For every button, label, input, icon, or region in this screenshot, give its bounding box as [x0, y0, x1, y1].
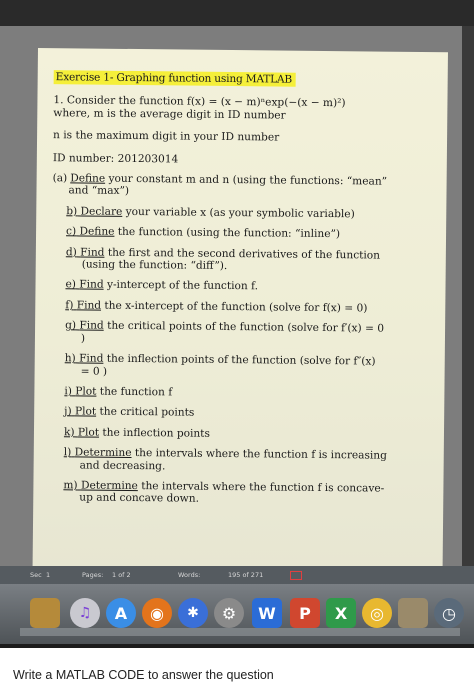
photo-icon[interactable] — [398, 598, 428, 628]
list-item: m) Determine the intervals where the fun… — [63, 479, 385, 506]
itunes-icon[interactable]: ♫ — [70, 598, 100, 628]
status-bar: Sec 1 Pages: 1 of 2 Words: 195 of 271 — [0, 566, 474, 584]
list-item: c) Define the function (using the functi… — [66, 225, 341, 241]
scrollbar-track[interactable] — [462, 26, 474, 566]
word-icon[interactable]: W — [252, 598, 282, 628]
words-value: 195 of 271 — [228, 571, 264, 579]
section-value: 1 — [46, 571, 51, 579]
list-item: h) Find the inflection points of the fun… — [64, 352, 376, 378]
pages-label: Pages: — [82, 571, 104, 579]
list-item: b) Declare your variable x (as your symb… — [66, 205, 355, 221]
list-item: f) Find the x-intercept of the function … — [65, 299, 368, 315]
exercise-title: Exercise 1- Graphing function using MATL… — [53, 70, 297, 88]
pages-value: 1 of 2 — [112, 571, 131, 579]
document-page: Exercise 1- Graphing function using MATL… — [32, 48, 448, 577]
page-view-icon[interactable] — [290, 571, 302, 580]
chrome-icon[interactable]: ◎ — [362, 598, 392, 628]
list-item: e) Find y-intercept of the function f. — [65, 278, 259, 293]
list-item: k) Plot the inflection points — [63, 426, 210, 440]
id-number: ID number: 201203014 — [52, 151, 179, 166]
dock: ♫ A ◉ ✱ ⚙ W P X ◎ ◷ — [0, 584, 474, 644]
list-item: d) Find the first and the second derivat… — [65, 245, 381, 273]
app-store-a-icon[interactable]: A — [106, 598, 136, 628]
dock-shelf — [20, 628, 460, 636]
question-line-2: where, m is the average digit in ID numb… — [53, 106, 286, 122]
excel-icon[interactable]: X — [326, 598, 356, 628]
system-preferences-icon[interactable]: ⚙ — [214, 598, 244, 628]
n-definition: n is the maximum digit in your ID number — [53, 129, 280, 144]
photo-of-monitor: Exercise 1- Graphing function using MATL… — [0, 0, 474, 648]
firefox-icon[interactable]: ◉ — [142, 598, 172, 628]
app-store-icon[interactable] — [30, 598, 60, 628]
safari-icon[interactable]: ✱ — [178, 598, 208, 628]
list-item: j) Plot the critical points — [64, 405, 195, 419]
list-item: l) Determine the intervals where the fun… — [63, 446, 387, 472]
document-content: Exercise 1- Graphing function using MATL… — [49, 70, 434, 516]
time-machine-icon[interactable]: ◷ — [434, 598, 464, 628]
list-item: (a) Define your constant m and n (using t… — [52, 172, 388, 198]
section-label: Sec — [30, 571, 42, 579]
caption: Write a MATLAB CODE to answer the questi… — [13, 668, 274, 682]
words-label: Words: — [178, 571, 201, 579]
list-item: g) Find the critical points of the funct… — [65, 319, 385, 345]
task-list: (a) Define your constant m and n (using t… — [49, 172, 432, 508]
list-item: i) Plot the function f — [64, 385, 173, 399]
monitor-bezel — [0, 0, 474, 26]
powerpoint-icon[interactable]: P — [290, 598, 320, 628]
